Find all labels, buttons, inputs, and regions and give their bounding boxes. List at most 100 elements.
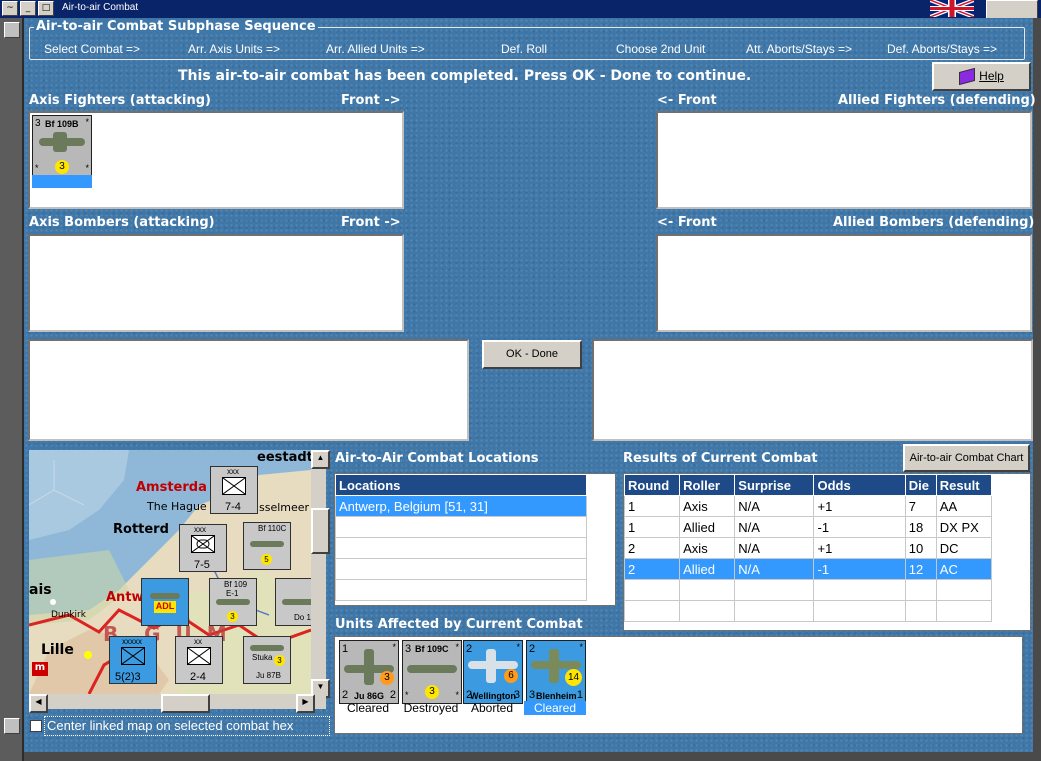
help-book-icon bbox=[959, 68, 976, 86]
scroll-up-arrow-icon[interactable]: ▲ bbox=[311, 450, 330, 469]
map-counter-corps-1[interactable]: xxx 7-4 bbox=[210, 466, 258, 514]
cell-round: 2 bbox=[623, 558, 681, 580]
cell-roller: Axis bbox=[679, 537, 736, 559]
map-counter-bf110c[interactable]: Bf 110C 5 bbox=[243, 522, 291, 570]
col-die: Die bbox=[904, 474, 937, 496]
col-round: Round bbox=[623, 474, 681, 496]
map-counter-do17[interactable]: Do 17 bbox=[275, 578, 311, 626]
cell-odds: +1 bbox=[813, 537, 906, 559]
affected-units-box[interactable]: 1 * 3 2 Ju 86G 2 Cleared 3 Bf 109C * 3 *… bbox=[334, 636, 1023, 734]
counter-star-br: * bbox=[85, 163, 89, 173]
map-label-top-city: eestadt bbox=[257, 450, 311, 465]
vertical-scroll-thumb[interactable] bbox=[311, 508, 330, 554]
locations-header: Locations bbox=[335, 474, 587, 496]
axis-fighters-front-label: Front -> bbox=[341, 93, 401, 108]
linked-map[interactable]: Amsterda The Hague sselmeer Rotterd Antw… bbox=[29, 450, 311, 694]
affected-title: Units Affected by Current Combat bbox=[335, 617, 583, 632]
map-counter-corps-2[interactable]: xxx 7-5 bbox=[179, 524, 227, 572]
counter-star: * bbox=[85, 117, 89, 127]
map-counter-bf109e[interactable]: Bf 109 E-1 3 bbox=[209, 578, 257, 626]
map-label-ais: ais bbox=[29, 582, 52, 598]
system-menu-button[interactable]: ~ bbox=[2, 1, 18, 16]
counter-star-br: * bbox=[455, 690, 459, 700]
map-counter-name: Bf 110C bbox=[258, 524, 287, 533]
col-roller: Roller bbox=[679, 474, 736, 496]
results-empty-row bbox=[623, 600, 993, 622]
counter-top-left: 3 bbox=[405, 643, 412, 655]
map-counter-factors: 7-5 bbox=[194, 559, 210, 571]
results-row[interactable]: 1 Allied N/A -1 18 DX PX bbox=[623, 516, 993, 538]
ok-done-button[interactable]: OK - Done bbox=[482, 340, 582, 369]
counter-top-left: 2 bbox=[529, 643, 536, 655]
center-map-checkbox[interactable] bbox=[30, 720, 42, 732]
cell-odds: -1 bbox=[813, 558, 906, 580]
step-def-aborts: Def. Aborts/Stays => bbox=[887, 42, 998, 56]
affected-unit-ju86g[interactable]: 1 * 3 2 Ju 86G 2 bbox=[339, 640, 399, 704]
cell-surprise: N/A bbox=[734, 558, 815, 580]
map-horizontal-scrollbar[interactable]: ◀ ▶ bbox=[29, 694, 326, 713]
center-map-label[interactable]: Center linked map on selected combat hex bbox=[44, 716, 330, 736]
results-row[interactable]: 2 Axis N/A +1 10 DC bbox=[623, 537, 993, 559]
map-label-ijsselmeer: sselmeer bbox=[259, 501, 310, 514]
counter-top-left: 2 bbox=[466, 643, 473, 655]
step-arr-allied-units: Arr. Allied Units => bbox=[326, 42, 425, 56]
step-arr-axis-units: Arr. Axis Units => bbox=[188, 42, 281, 56]
maximize-button[interactable]: □ bbox=[38, 1, 54, 16]
bottom-frame bbox=[24, 752, 1033, 761]
locations-list[interactable]: Locations Antwerp, Belgium [51, 31] bbox=[334, 473, 616, 606]
cell-surprise: N/A bbox=[734, 516, 815, 538]
cell-round: 1 bbox=[623, 516, 681, 538]
scroll-right-arrow-icon[interactable]: ▶ bbox=[296, 694, 315, 713]
counter-value: 3 bbox=[380, 671, 394, 685]
cell-roller: Axis bbox=[679, 495, 736, 517]
affected-unit-wellington[interactable]: 2 * 6 2 Wellington 3 bbox=[463, 640, 523, 704]
col-result: Result bbox=[935, 474, 993, 496]
infantry-symbol-icon bbox=[121, 647, 145, 665]
map-label-rotterdam: Rotterd bbox=[113, 522, 169, 537]
map-counter-stuka[interactable]: Stuka Ju 87B 3 bbox=[243, 636, 291, 684]
step-select-combat: Select Combat => bbox=[44, 42, 141, 56]
map-counter-allied-army[interactable]: xxxxx 5(2)3 bbox=[109, 636, 157, 684]
counter-value: 3 bbox=[55, 160, 69, 174]
location-item[interactable]: Antwerp, Belgium [51, 31] bbox=[335, 495, 587, 517]
results-title: Results of Current Combat bbox=[623, 451, 818, 466]
axis-fighter-selection-bar bbox=[32, 175, 92, 188]
help-button[interactable]: Help bbox=[932, 62, 1031, 91]
horizontal-scroll-thumb[interactable] bbox=[161, 694, 210, 713]
frame-button-top[interactable] bbox=[4, 22, 20, 38]
map-counter-division[interactable]: xx 2-4 bbox=[175, 636, 223, 684]
allied-bombers-box[interactable] bbox=[656, 234, 1032, 332]
cell-odds: +1 bbox=[813, 495, 906, 517]
axis-fighters-box[interactable]: 3 Bf 109B * * * 3 bbox=[28, 111, 404, 209]
frame-button-bottom[interactable] bbox=[4, 718, 20, 734]
counter-name: Bf 109C bbox=[415, 644, 449, 654]
results-row[interactable]: 1 Axis N/A +1 7 AA bbox=[623, 495, 993, 517]
minimize-button[interactable]: _ bbox=[20, 1, 36, 16]
window-title: Air-to-air Combat bbox=[62, 2, 139, 13]
map-counter-factors: 5(2)3 bbox=[115, 671, 141, 683]
map-counter-value: 5 bbox=[261, 554, 272, 565]
allied-fighters-box[interactable] bbox=[656, 111, 1032, 209]
counter-star: * bbox=[455, 642, 459, 652]
close-button[interactable] bbox=[986, 0, 1038, 20]
step-choose-2nd-unit: Choose 2nd Unit bbox=[616, 42, 706, 56]
map-counter-active-combat[interactable]: ADL bbox=[141, 578, 189, 626]
results-row-selected[interactable]: 2 Allied N/A -1 12 AC bbox=[623, 558, 993, 580]
infantry-symbol-icon bbox=[187, 647, 211, 665]
fighter-plane-icon bbox=[407, 665, 457, 673]
plane-icon bbox=[282, 599, 311, 605]
bomber-wing-icon bbox=[486, 649, 496, 683]
axis-fighter-counter[interactable]: 3 Bf 109B * * * 3 bbox=[32, 115, 92, 177]
axis-bombers-box[interactable] bbox=[28, 234, 404, 332]
map-vertical-scrollbar[interactable]: ▲ ▼ bbox=[311, 450, 330, 698]
counter-star: * bbox=[516, 642, 520, 652]
cell-die: 7 bbox=[904, 495, 937, 517]
scroll-left-arrow-icon[interactable]: ◀ bbox=[29, 694, 48, 713]
affected-unit-bf109c[interactable]: 3 Bf 109C * 3 * * bbox=[402, 640, 462, 704]
combat-chart-button[interactable]: Air-to-air Combat Chart bbox=[903, 444, 1030, 472]
counter-value: 6 bbox=[504, 669, 518, 683]
counter-bottom-right: 2 bbox=[389, 689, 396, 701]
affected-unit-blenheim[interactable]: 2 * 14 3 Blenheim 1 bbox=[526, 640, 586, 704]
col-odds: Odds bbox=[813, 474, 906, 496]
armor-symbol-icon bbox=[191, 535, 215, 553]
